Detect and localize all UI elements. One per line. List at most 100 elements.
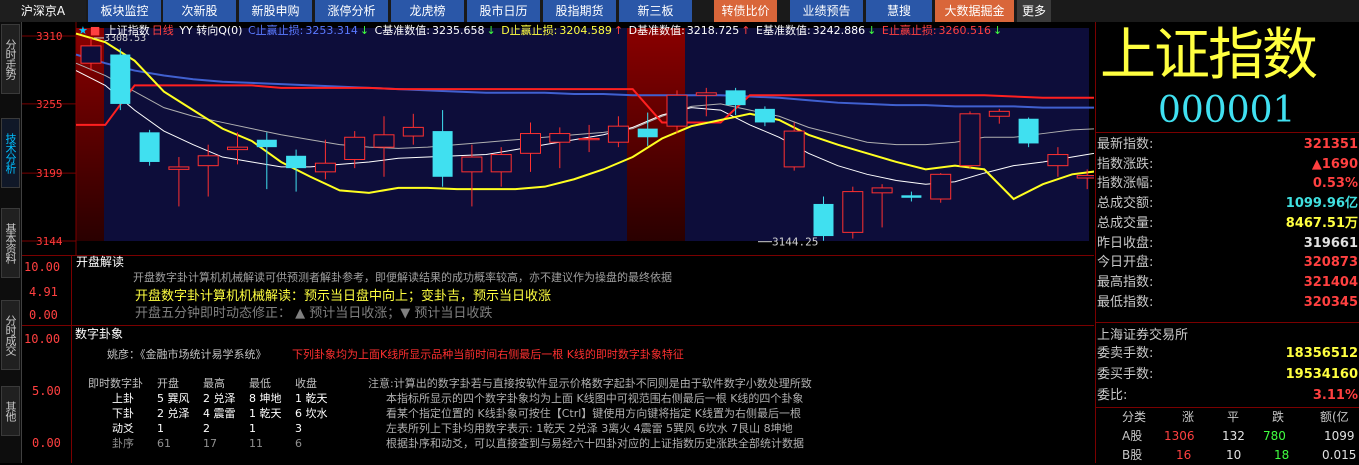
candle-body <box>197 155 219 167</box>
tab-basic-info[interactable]: 基本资料 <box>1 208 20 278</box>
legend-indicator[interactable]: YY 转向Q(0) <box>179 24 242 37</box>
nav-tab[interactable]: 新三板 <box>619 0 692 22</box>
candle-body <box>988 110 1010 117</box>
candle-body <box>373 134 395 148</box>
table-cell: 1 乾天 <box>295 392 328 405</box>
table-cell: 2 <box>203 422 210 435</box>
quote-value: 319661 <box>1303 235 1358 251</box>
legend-d-arrow: ↑ <box>613 24 624 37</box>
tab-other[interactable]: 其他 <box>1 386 20 436</box>
nav-tab[interactable]: 涨停分析 <box>315 0 388 22</box>
nav-tab[interactable]: 板块监控 <box>88 0 161 22</box>
tab-intraday-trend[interactable]: 分时走势 <box>1 24 20 94</box>
table-cell: B股 <box>1122 448 1143 462</box>
quote-row: 今日开盘: 320873 <box>1096 253 1359 272</box>
table-cell: 6 <box>295 437 302 450</box>
quote-row: 指数涨幅: 0.53% <box>1096 174 1359 193</box>
candle-body <box>1076 175 1094 179</box>
hexagram-col-header: 最低 <box>249 377 271 390</box>
nav-tab[interactable]: 慧搜 <box>866 0 932 22</box>
legend-el-label: E止赢止损: <box>881 24 937 37</box>
table-row: 动爻 1 2 1 3 <box>88 421 334 436</box>
nav-tab[interactable]: 股指期货 <box>543 0 616 22</box>
candle-body <box>1047 154 1069 167</box>
star-icon[interactable]: ★ <box>78 24 88 37</box>
quote-label: 最低指数: <box>1097 294 1154 310</box>
candle-body <box>637 128 658 138</box>
panel1-description: 开盘数字卦计算机机械解读可供预测者解卦参考，即便解读结果的成功概率较高，亦不建议… <box>133 271 672 284</box>
nav-tab[interactable]: 更多 <box>1017 0 1051 22</box>
table-cell: 16 <box>1176 448 1192 462</box>
order-value: 18356512 <box>1285 346 1358 361</box>
legend-cb-label: C基准数值: <box>374 24 430 37</box>
panel1-tick-mid: 4.91 <box>29 285 58 299</box>
panel2-source: 姚彦：《金融市场统计易学系统》 <box>107 348 267 361</box>
quote-value: ▲1690 <box>1311 156 1358 172</box>
table-cell: 3 <box>295 422 302 435</box>
table-row: 下卦 2 兑泽 4 震雷 1 乾天 6 坎水 <box>88 406 334 421</box>
panel1-tick-bottom: 0.00 <box>29 308 58 322</box>
y-tick-label: 3255 <box>36 98 63 111</box>
candle-body <box>432 131 453 177</box>
table-row: 卦序 61 17 11 6 <box>88 436 334 451</box>
nav-tab[interactable]: 新股申购 <box>239 0 312 22</box>
candle-body <box>842 191 864 233</box>
left-side-tabs: 分时走势 技术分析 基本资料 分时成交 其他 <box>0 22 22 463</box>
legend-d-value: 3204.589 <box>559 24 612 37</box>
quote-value: 0.53% <box>1312 176 1358 192</box>
index-code: 000001 <box>1158 90 1296 131</box>
candle-body <box>901 195 922 198</box>
legend-period[interactable]: 日线 <box>152 24 174 37</box>
panel-digital-hexagram: 10.00 5.00 0.00 数字卦象 姚彦：《金融市场统计易学系统》 下列卦… <box>22 326 1094 463</box>
exchange-name: 上海证券交易所 <box>1097 328 1189 343</box>
table-cell: 上卦 <box>112 392 134 405</box>
table-cell: 4 震雷 <box>203 407 236 420</box>
table-cell: 卦序 <box>112 437 134 450</box>
legend-el-value: 3260.516 <box>938 24 992 37</box>
hexagram-col-header: 最高 <box>203 377 225 390</box>
order-row: 委卖手数: 18356512 <box>1096 344 1359 363</box>
nav-tab[interactable]: 转债比价 <box>714 0 777 22</box>
index-name: 上证指数 <box>1100 23 1318 88</box>
tab-technical-analysis[interactable]: 技术分析 <box>1 118 20 188</box>
quote-label: 最新指数: <box>1097 137 1154 152</box>
quote-panel: 上证指数 000001 最新指数: 321351 指数涨跌: ▲1690 指数涨幅: 0.… <box>1095 22 1359 463</box>
nav-tab[interactable]: 沪深京A <box>0 0 86 22</box>
table-cell: 8 坤地 <box>249 392 282 405</box>
table-cell: 10 <box>1226 448 1242 462</box>
kline-chart[interactable]: 3310325531993144 3308.533144.25 <box>22 22 1094 255</box>
candle-body <box>666 94 688 127</box>
candle-body <box>871 187 893 194</box>
quote-row: 总成交额: 1099.96亿 <box>1096 194 1359 213</box>
table-cell: 1 <box>249 422 256 435</box>
legend-db-value: 3218.725 <box>686 24 740 37</box>
candle-body <box>578 138 600 141</box>
candle-body <box>256 139 277 148</box>
candle-body <box>930 173 952 200</box>
candle-body <box>695 92 717 96</box>
order-label: 委买手数: <box>1097 367 1154 382</box>
panel2-notes: 注意:计算出的数字卦若与直接按软件显示价格数字起卦不同则是由于软件数字小数处理所… <box>368 376 812 451</box>
table-cell: 11 <box>249 437 263 450</box>
class-table-header: 分类 涨 平 跌 额(亿 <box>1096 408 1359 427</box>
quote-row: 昨日收盘: 319661 <box>1096 234 1359 253</box>
candle-body <box>725 90 746 106</box>
nav-tab[interactable]: 次新股 <box>163 0 236 22</box>
quote-value: 320345 <box>1303 294 1358 310</box>
quote-row: 最低指数: 320345 <box>1096 293 1359 312</box>
nav-tab[interactable]: 大数据掘金 <box>935 0 1014 22</box>
quote-value: 321351 <box>1303 137 1358 152</box>
nav-tab[interactable]: 龙虎榜 <box>391 0 464 22</box>
y-tick-label: 3310 <box>36 30 63 43</box>
legend-e-label: E基准数值: <box>756 24 811 37</box>
nav-tab[interactable]: 股市日历 <box>467 0 540 22</box>
legend-c-arrow: ↓ <box>359 24 370 37</box>
candle-body <box>286 155 307 169</box>
tab-intraday-trades[interactable]: 分时成交 <box>1 300 20 370</box>
table-cell: 动爻 <box>112 422 134 435</box>
legend-d-label: D止赢止损: <box>501 24 558 37</box>
legend-title: 上证指数 <box>105 24 150 37</box>
y-tick-label: 3144 <box>36 235 63 248</box>
candle-body <box>227 146 248 151</box>
nav-tab[interactable]: 业绩预告 <box>790 0 863 22</box>
